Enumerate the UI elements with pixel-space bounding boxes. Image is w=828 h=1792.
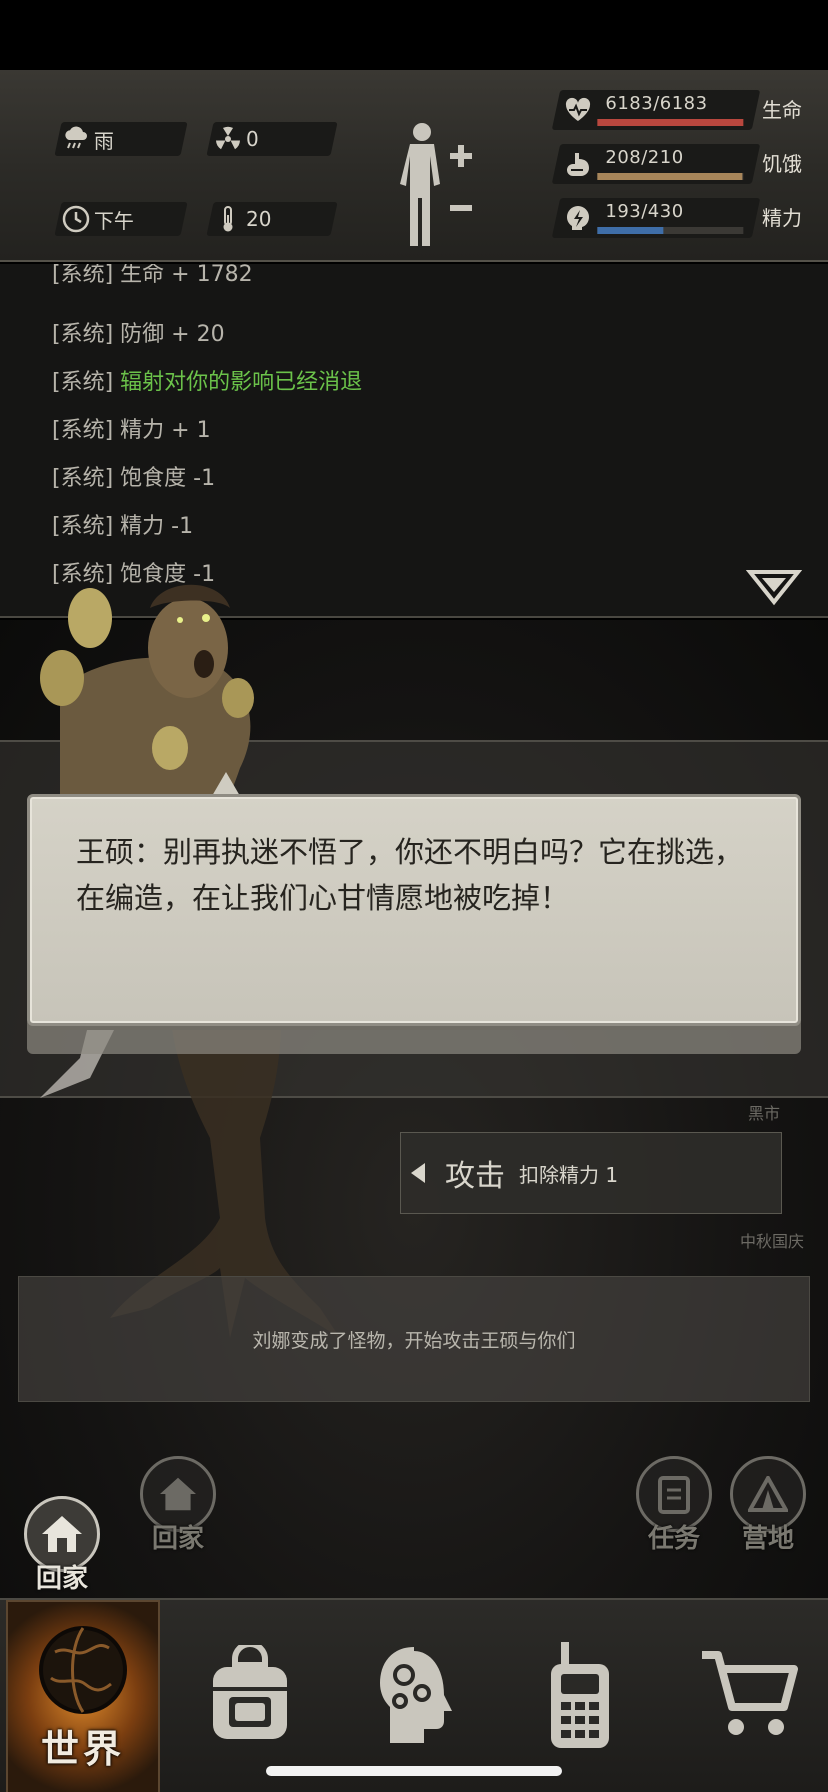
camp-button[interactable]: 营地 <box>730 1456 806 1555</box>
dialog-tail <box>212 772 240 796</box>
backpack-icon <box>205 1641 295 1749</box>
left-arrow-icon <box>409 1161 427 1185</box>
log-line: [系统] 防御 + 20 <box>52 316 225 348</box>
event-message: 刘娜变成了怪物，开始攻击王硕与你们 <box>252 1329 576 1352</box>
log-prefix: [系统] <box>52 370 114 395</box>
log-line: [系统] 精力 + 1 <box>52 412 211 444</box>
cart-icon <box>698 1647 798 1747</box>
life-label: 生命 <box>762 98 802 122</box>
globe-icon <box>35 1622 131 1722</box>
log-prefix: [系统] <box>52 322 114 347</box>
nav-radio-tab[interactable] <box>500 1600 660 1792</box>
home-shortcut[interactable]: 回家 <box>140 1456 216 1555</box>
status-header: 雨 0 下午 20 6183/6183 生命 208/210 饥饿 193/43… <box>0 70 828 262</box>
home-button[interactable]: 回家 <box>24 1496 100 1595</box>
energy-bar-fill <box>597 227 664 234</box>
hunger-bar-track <box>597 173 744 180</box>
radio-icon <box>545 1640 615 1754</box>
log-line: [系统] 生命 + 1782 <box>52 264 253 288</box>
energy-bar-track <box>597 227 744 234</box>
black-market-label: 黑市 <box>748 1104 781 1123</box>
clock-icon <box>58 205 94 233</box>
dialog-box[interactable]: 王硕：别再执迷不悟了，你还不明白吗？它在挑选，在编造，在让我们心甘情愿地被吃掉！ <box>27 794 801 1026</box>
time-indicator: 下午 <box>54 202 188 236</box>
hunger-bar: 208/210 <box>551 144 761 184</box>
log-prefix: [系统] <box>52 418 114 443</box>
time-label: 下午 <box>94 208 134 233</box>
log-text: 饱食度 -1 <box>120 466 216 491</box>
log-prefix: [系统] <box>52 466 114 491</box>
home-label: 回家 <box>35 1564 88 1594</box>
log-text: 精力 + 1 <box>120 418 211 443</box>
event-message-box: 刘娜变成了怪物，开始攻击王硕与你们 <box>18 1276 810 1402</box>
heart-icon <box>564 96 592 124</box>
log-text: 精力 -1 <box>120 514 194 539</box>
nav-world-label: 世界 <box>40 1727 125 1771</box>
log-line: [系统] 辐射对你的影响已经消退 <box>52 364 362 396</box>
hunger-bar-fill <box>597 173 742 180</box>
task-label: 任务 <box>647 1524 700 1554</box>
attack-label: 攻击 <box>445 1159 505 1194</box>
life-bar-track <box>597 119 744 126</box>
attack-button[interactable]: 攻击 扣除精力 1 <box>400 1132 782 1214</box>
weather-indicator: 雨 <box>54 122 188 156</box>
log-line: [系统] 精力 -1 <box>52 508 193 540</box>
system-log[interactable]: [系统] 生命 + 1782 [系统] 防御 + 20 [系统] 辐射对你的影响… <box>0 264 828 618</box>
life-value: 6183/6183 <box>605 93 708 114</box>
temperature-indicator: 20 <box>206 202 338 236</box>
brain-bolt-icon <box>564 204 592 232</box>
log-prefix: [系统] <box>52 514 114 539</box>
energy-value: 193/430 <box>605 201 684 222</box>
nav-shop-tab[interactable] <box>668 1600 828 1792</box>
camp-label: 营地 <box>741 1524 794 1554</box>
energy-bar: 193/430 <box>551 198 761 238</box>
dialog-base <box>27 1024 801 1054</box>
stomach-icon <box>564 150 592 178</box>
body-status-figure[interactable] <box>396 118 486 248</box>
home-shortcut-label: 回家 <box>151 1524 204 1554</box>
life-bar: 6183/6183 <box>551 90 761 130</box>
radiation-indicator: 0 <box>206 122 338 156</box>
life-bar-fill <box>597 119 744 126</box>
log-text-highlight: 辐射对你的影响已经消退 <box>120 370 363 395</box>
radiation-value: 0 <box>246 127 259 151</box>
log-text: 生命 + 1782 <box>120 264 253 287</box>
radiation-icon <box>210 126 246 152</box>
home-indicator[interactable] <box>266 1766 562 1776</box>
hunger-value: 208/210 <box>605 147 684 168</box>
nav-backpack-tab[interactable] <box>170 1600 330 1792</box>
skills-head-icon <box>374 1643 454 1751</box>
hunger-label: 饥饿 <box>762 152 802 176</box>
weather-label: 雨 <box>94 128 114 153</box>
log-line: [系统] 饱食度 -1 <box>52 460 215 492</box>
thermometer-icon <box>210 205 246 233</box>
rain-cloud-icon <box>58 126 94 152</box>
attack-cost: 扣除精力 1 <box>519 1162 619 1187</box>
dialog-text: 王硕：别再执迷不悟了，你还不明白吗？它在挑选，在编造，在让我们心甘情愿地被吃掉！ <box>76 835 744 915</box>
log-prefix: [系统] <box>52 264 114 287</box>
bottom-navigation: 世界 <box>0 1598 828 1792</box>
nav-world-tab[interactable]: 世界 <box>6 1600 160 1792</box>
temperature-value: 20 <box>246 207 272 231</box>
task-button[interactable]: 任务 <box>636 1456 712 1555</box>
log-text: 防御 + 20 <box>120 322 225 347</box>
nav-skills-tab[interactable] <box>334 1600 494 1792</box>
expand-log-chevron-icon[interactable] <box>745 568 803 608</box>
festival-label: 中秋国庆 <box>740 1232 805 1251</box>
energy-label: 精力 <box>762 206 802 230</box>
